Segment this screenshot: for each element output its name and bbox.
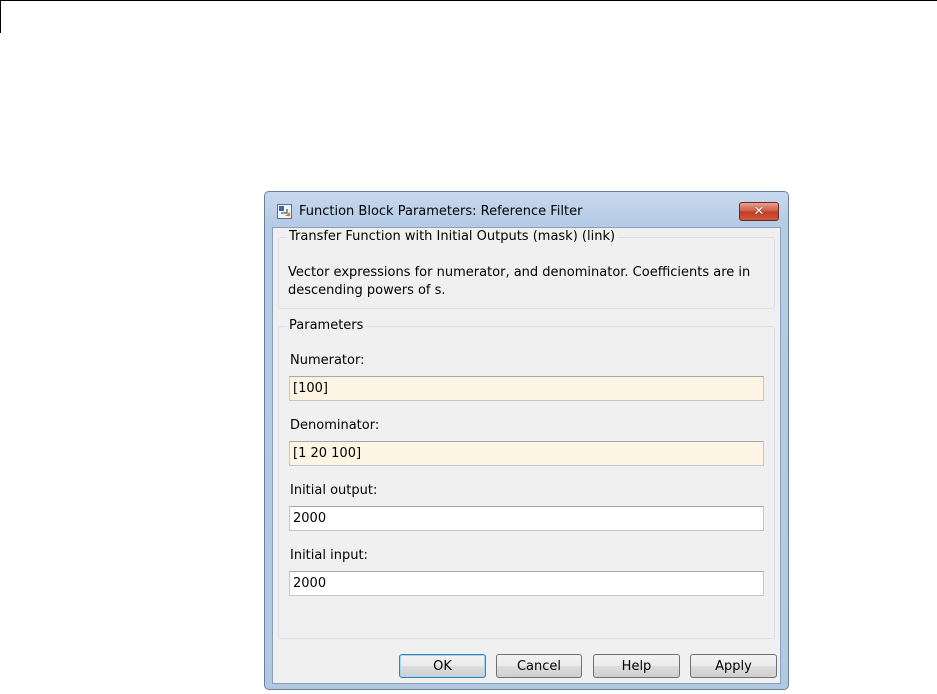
initial-output-label: Initial output: — [290, 483, 378, 498]
initial-input-label: Initial input: — [290, 548, 368, 563]
close-icon: ✕ — [753, 204, 765, 219]
numerator-field[interactable] — [289, 376, 764, 401]
cancel-button[interactable]: Cancel — [496, 654, 582, 678]
parameters-heading: Parameters — [287, 318, 366, 333]
dialog-client-area: Transfer Function with Initial Outputs (… — [272, 227, 781, 684]
numerator-label: Numerator: — [290, 353, 365, 368]
mask-description-group: Transfer Function with Initial Outputs (… — [278, 229, 775, 309]
mask-heading: Transfer Function with Initial Outputs (… — [287, 229, 618, 244]
denominator-field[interactable] — [289, 441, 764, 466]
apply-button[interactable]: Apply — [690, 654, 777, 678]
block-parameters-dialog: Function Block Parameters: Reference Fil… — [264, 191, 789, 690]
window-title: Function Block Parameters: Reference Fil… — [299, 204, 583, 219]
mask-description: Vector expressions for numerator, and de… — [288, 265, 751, 298]
ok-button[interactable]: OK — [399, 654, 486, 678]
page-left-rule — [0, 0, 1, 33]
initial-output-field[interactable] — [289, 506, 764, 531]
denominator-label: Denominator: — [290, 418, 380, 433]
help-button[interactable]: Help — [593, 654, 680, 678]
initial-input-field[interactable] — [289, 571, 764, 596]
title-bar[interactable]: Function Block Parameters: Reference Fil… — [265, 192, 788, 222]
simulink-block-icon — [277, 204, 292, 219]
page-top-rule — [0, 0, 937, 1]
close-button[interactable]: ✕ — [739, 202, 779, 221]
